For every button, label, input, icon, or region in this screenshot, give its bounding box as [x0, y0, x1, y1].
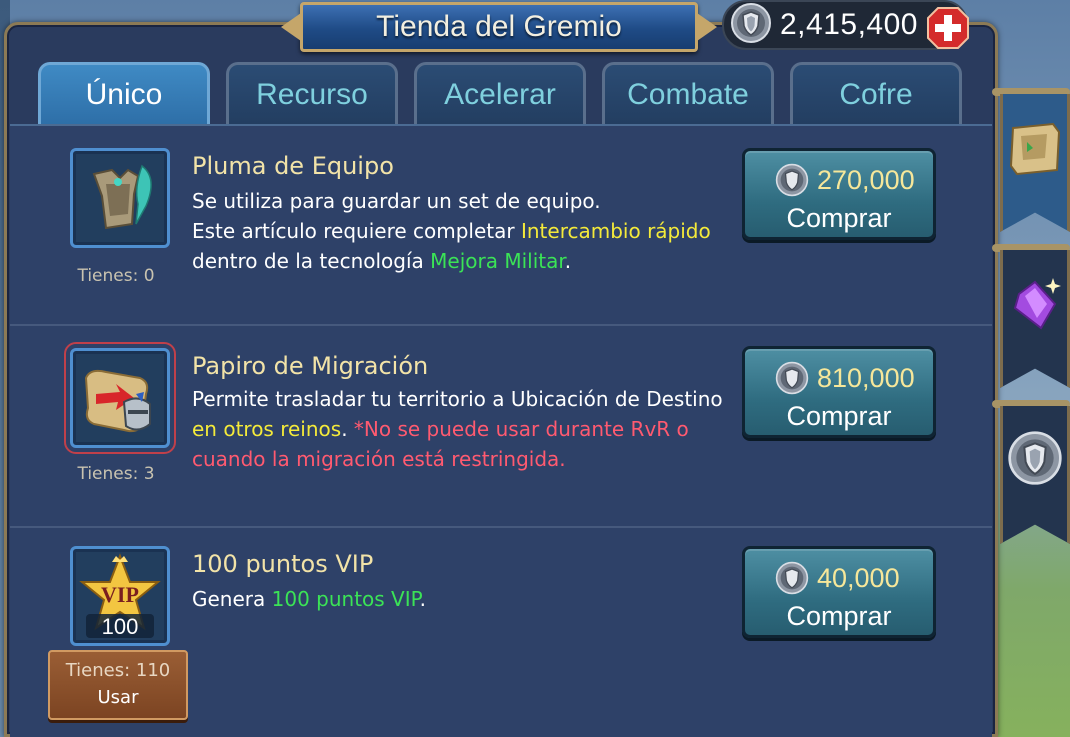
item-icon-frame[interactable]	[64, 342, 176, 454]
owned-count: Tienes: 110	[65, 660, 171, 681]
add-currency-button[interactable]	[926, 6, 970, 50]
buy-label: Comprar	[786, 601, 892, 631]
price-row: 40,000	[775, 561, 900, 595]
tab-acelerar[interactable]: Acelerar	[414, 62, 586, 124]
price-value: 270,000	[817, 164, 915, 195]
list-item: Tienes: 3 Papiro de Migración Permite tr…	[10, 328, 992, 528]
item-description: Permite trasladar tu territorio a Ubicac…	[192, 387, 723, 471]
side-tab-guild-coins[interactable]	[1000, 406, 1070, 544]
owned-count: Tienes: 0	[77, 266, 155, 286]
scroll-pack-icon	[1007, 118, 1063, 232]
plus-icon	[927, 7, 969, 49]
item-name: Papiro de Migración	[192, 352, 429, 380]
highlight-text: 100 puntos VIP	[271, 587, 420, 611]
price-value: 40,000	[817, 562, 900, 593]
migration-scroll-icon	[76, 354, 164, 442]
list-item: VIP 100 Tienes: 110 Usar 100 puntos VIP …	[10, 530, 992, 730]
armor-feather-icon	[76, 154, 164, 242]
highlight-text: en otros reinos	[192, 417, 342, 441]
description-line: Se utiliza para guardar un set de equipo…	[192, 189, 601, 213]
guild-coin-icon	[775, 361, 809, 395]
price-row: 810,000	[775, 361, 915, 395]
buy-button[interactable]: 40,000 Comprar	[742, 546, 936, 638]
purple-gem-icon	[1007, 274, 1063, 388]
guild-coin-icon	[775, 163, 809, 197]
highlight-text: Intercambio rápido	[520, 219, 711, 243]
use-label: Usar	[97, 687, 139, 708]
item-description: Genera 100 puntos VIP.	[192, 587, 426, 611]
owned-count: Tienes: 3	[77, 464, 155, 484]
item-icon-frame[interactable]	[70, 148, 170, 248]
vip-badge-text: VIP	[101, 582, 139, 607]
page-title: Tienda del Gremio	[376, 10, 622, 43]
buy-button[interactable]: 810,000 Comprar	[742, 346, 936, 438]
item-list: Tienes: 0 Pluma de Equipo Se utiliza par…	[10, 124, 992, 737]
tab-recurso[interactable]: Recurso	[226, 62, 398, 124]
side-tab-scrolls[interactable]	[1000, 94, 1070, 232]
guild-coin-icon	[775, 561, 809, 595]
list-item: Tienes: 0 Pluma de Equipo Se utiliza par…	[10, 126, 992, 326]
guild-coin-icon	[730, 2, 772, 48]
tab-cofre[interactable]: Cofre	[790, 62, 962, 124]
title-banner: Tienda del Gremio	[281, 2, 717, 52]
buy-label: Comprar	[786, 401, 892, 431]
item-icon-frame[interactable]: VIP 100	[70, 546, 170, 646]
category-tabs: Único Recurso Acelerar Combate Cofre	[38, 62, 968, 124]
description-line: Este artículo requiere completar Interca…	[192, 219, 711, 273]
tab-combate[interactable]: Combate	[602, 62, 774, 124]
vip-star-icon: VIP 100	[76, 552, 164, 640]
tab-unico[interactable]: Único	[38, 62, 210, 124]
item-name: Pluma de Equipo	[192, 152, 394, 180]
item-description: Se utiliza para guardar un set de equipo…	[192, 186, 732, 276]
highlight-text: Mejora Militar	[430, 249, 565, 273]
price-row: 270,000	[775, 163, 915, 197]
item-name: 100 puntos VIP	[192, 550, 374, 578]
buy-label: Comprar	[786, 203, 892, 233]
side-tab-gems[interactable]	[1000, 250, 1070, 388]
vip-amount: 100	[102, 614, 139, 639]
guild-coin-icon	[1007, 430, 1063, 544]
currency-value: 2,415,400	[780, 8, 918, 41]
use-button[interactable]: Tienes: 110 Usar	[48, 650, 188, 720]
guild-coin-balance: 2,415,400	[722, 0, 970, 50]
price-value: 810,000	[817, 362, 915, 393]
buy-button[interactable]: 270,000 Comprar	[742, 148, 936, 240]
